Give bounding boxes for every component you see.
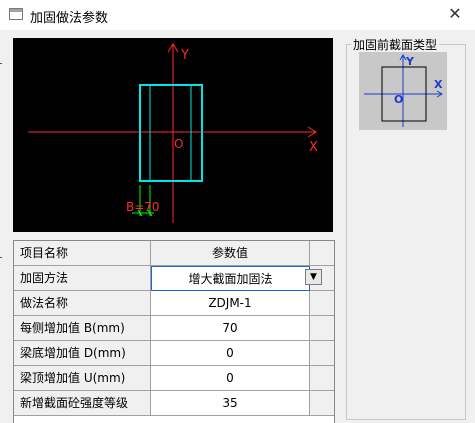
bottom-increase-field[interactable]: 0 xyxy=(151,341,310,366)
x-axis-label: X xyxy=(309,140,318,155)
enlarged-section-outline xyxy=(139,84,203,182)
y-axis-label: Y xyxy=(180,48,189,63)
row-label: 新增截面砼强度等级 xyxy=(14,391,151,416)
table-row: 每侧增加值 B(mm) 70 xyxy=(14,316,334,341)
table-row: 做法名称 ZDJM-1 xyxy=(14,291,334,316)
edge-mark xyxy=(0,257,2,258)
table-row: 加固方法 增大截面加固法 xyxy=(14,266,334,291)
section-drawing: Y X O B=70 xyxy=(28,43,318,223)
row-spacer xyxy=(310,316,334,341)
concrete-grade-field[interactable]: 35 xyxy=(151,391,310,416)
row-spacer xyxy=(310,391,334,416)
row-label: 梁顶增加值 U(mm) xyxy=(14,366,151,391)
header-param-value: 参数值 xyxy=(151,241,310,266)
preview-groupbox-title: 加固前截面类型 xyxy=(351,36,440,53)
table-row: 梁顶增加值 U(mm) 0 xyxy=(14,366,334,391)
preview-y-label: Y xyxy=(405,55,415,68)
preview-drawing: Y X O xyxy=(364,54,443,127)
edge-mark xyxy=(0,63,2,64)
preview-x-label: X xyxy=(434,78,443,91)
row-spacer xyxy=(310,341,334,366)
row-label: 梁底增加值 D(mm) xyxy=(14,341,151,366)
table-row: 梁底增加值 D(mm) 0 xyxy=(14,341,334,366)
header-item-name: 项目名称 xyxy=(14,241,151,266)
dimension-label: B=70 xyxy=(126,200,160,214)
practice-name-field[interactable]: ZDJM-1 xyxy=(151,291,310,316)
original-section-preview: Y X O xyxy=(359,52,447,130)
method-dropdown[interactable]: 增大截面加固法 xyxy=(151,266,310,291)
grid-header-row: 项目名称 参数值 xyxy=(14,241,334,266)
close-button[interactable]: ✕ xyxy=(435,0,475,30)
parameter-grid: 项目名称 参数值 加固方法 增大截面加固法 做法名称 ZDJM-1 每侧增加值 … xyxy=(13,240,335,423)
preview-origin-label: O xyxy=(394,93,403,106)
chevron-down-icon[interactable]: ▼ xyxy=(305,269,322,285)
side-increase-field[interactable]: 70 xyxy=(151,316,310,341)
row-label: 每侧增加值 B(mm) xyxy=(14,316,151,341)
top-increase-field[interactable]: 0 xyxy=(151,366,310,391)
title-bar: 加固做法参数 ✕ xyxy=(0,0,475,30)
header-spacer xyxy=(310,241,334,266)
origin-label: O xyxy=(174,137,183,151)
row-spacer xyxy=(310,291,334,316)
window-title: 加固做法参数 xyxy=(30,11,109,26)
table-row: 新增截面砼强度等级 35 xyxy=(14,391,334,416)
row-spacer xyxy=(310,366,334,391)
window-icon xyxy=(9,8,23,20)
row-label: 加固方法 xyxy=(14,266,151,291)
row-label: 做法名称 xyxy=(14,291,151,316)
section-drawing-canvas: Y X O B=70 xyxy=(13,38,333,232)
